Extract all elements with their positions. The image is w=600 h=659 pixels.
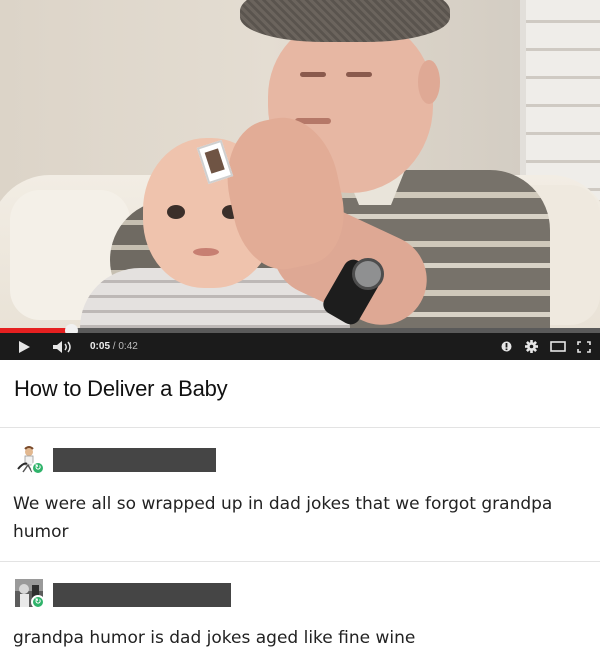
settings-icon	[524, 340, 538, 353]
redacted-username	[53, 448, 216, 472]
grandpa-ear	[418, 60, 440, 104]
comment-text: grandpa humor is dad jokes aged like fin…	[13, 624, 415, 652]
video-player[interactable]: 0:05 / 0:42	[0, 0, 600, 360]
reblog-comment-2: ↻ grandpa humor is dad jokes aged like f…	[0, 563, 600, 659]
scene-window-shutter	[520, 0, 600, 200]
volume-button[interactable]	[50, 333, 76, 360]
baby-mouth	[193, 248, 219, 256]
volume-icon	[53, 340, 71, 353]
grandpa-eye-right	[346, 72, 372, 77]
comment-line: grandpa humor is dad jokes aged like fin…	[13, 628, 416, 648]
settings-button[interactable]	[522, 333, 540, 360]
reblog-icon: ↻	[31, 595, 45, 609]
comment-line: We were all so wrapped up in dad jokes t…	[13, 494, 553, 514]
duration: 0:42	[118, 341, 138, 352]
video-title: How to Deliver a Baby	[14, 376, 228, 401]
annotations-icon	[501, 341, 511, 352]
reblog-icon: ↻	[31, 461, 45, 475]
video-frame[interactable]	[0, 0, 600, 330]
fullscreen-button[interactable]	[574, 333, 594, 360]
comment-line: humor	[13, 522, 69, 542]
grandpa-cap	[240, 0, 450, 42]
theater-mode-button[interactable]	[548, 333, 568, 360]
comment-text: We were all so wrapped up in dad jokes t…	[13, 490, 552, 546]
wristwatch-face	[352, 258, 384, 290]
redacted-username	[53, 583, 231, 607]
player-controls: 0:05 / 0:42	[0, 333, 600, 360]
reblog-comment-1: ↻ We were all so wrapped up in dad jokes…	[0, 429, 600, 562]
current-time: 0:05	[90, 341, 111, 352]
fullscreen-icon	[577, 340, 591, 353]
play-button[interactable]	[14, 333, 34, 360]
baby-eye-left	[167, 205, 185, 219]
video-title-section: How to Deliver a Baby	[0, 360, 600, 428]
play-icon	[18, 340, 30, 353]
theater-mode-icon	[550, 341, 566, 352]
time-display: 0:05 / 0:42	[90, 333, 138, 360]
grandpa-eye-left	[300, 72, 326, 77]
annotations-button[interactable]	[498, 333, 514, 360]
